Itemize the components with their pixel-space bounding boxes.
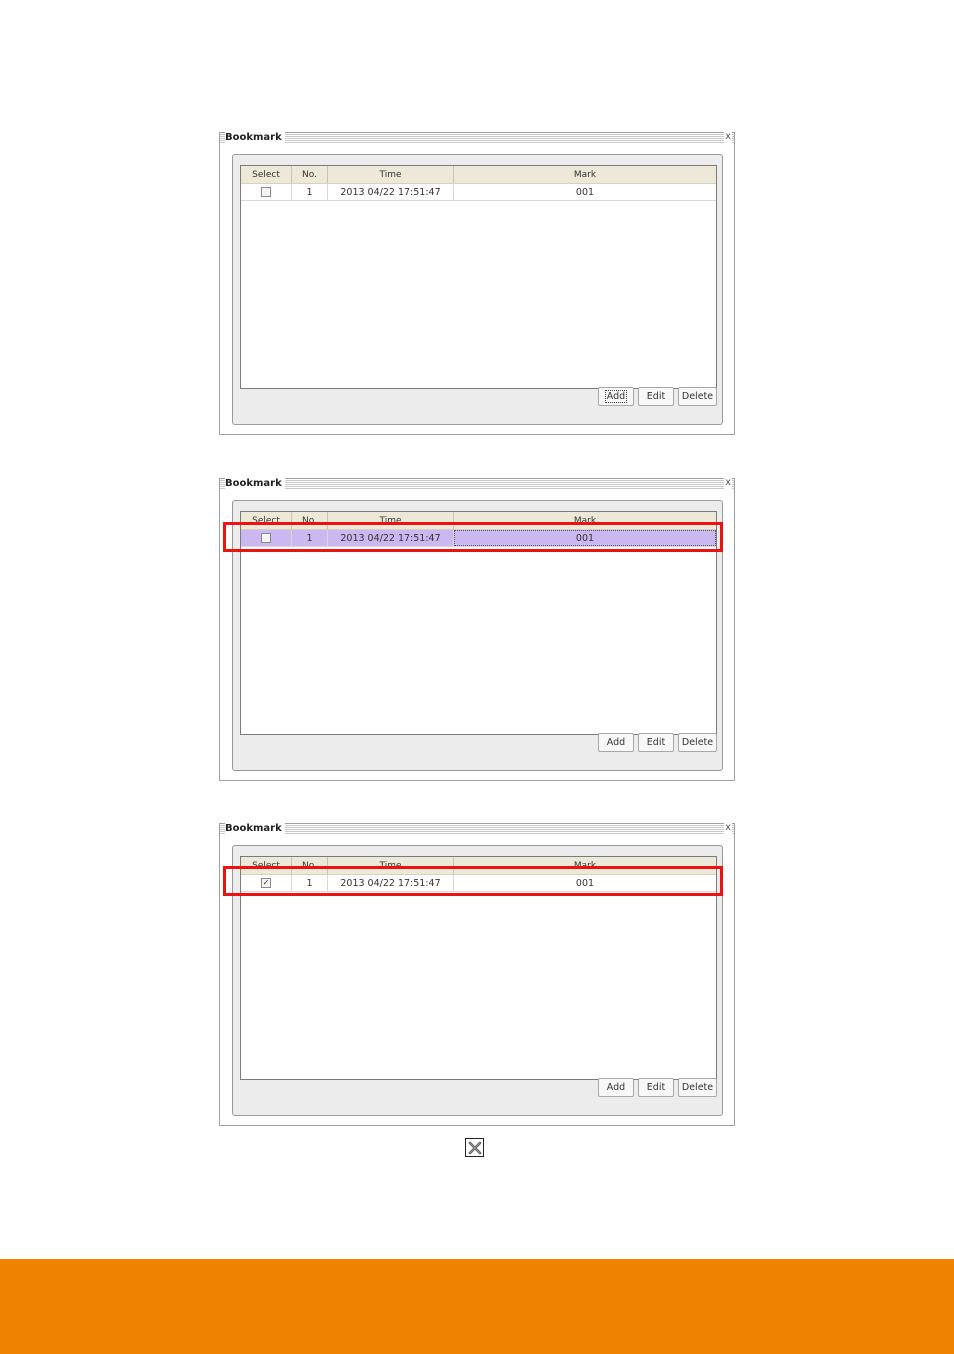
add-button[interactable]: Add [598,733,634,752]
bookmark-panel: Select No. Time Mark 1 2013 04/22 17:51:… [232,154,723,425]
close-icon[interactable]: x [724,131,732,143]
close-icon[interactable]: x [724,822,732,834]
title-bar [220,479,734,490]
edit-button[interactable]: Edit [638,733,674,752]
delete-button[interactable]: Delete [678,1078,717,1097]
select-cell [241,184,292,200]
delete-button[interactable]: Delete [678,387,717,406]
column-header-select[interactable]: Select [241,166,292,183]
column-header-no[interactable]: No. [292,166,328,183]
table-row[interactable]: 1 2013 04/22 17:51:47 001 [241,184,716,201]
bookmark-table: Select No. Time Mark 1 2013 04/22 17:51:… [240,165,717,389]
close-box-icon [465,1138,484,1157]
title-bar [220,824,734,835]
x-glyph-icon [468,1141,481,1154]
highlight-box-row-selected [223,522,723,552]
edit-button[interactable]: Edit [638,1078,674,1097]
column-header-time[interactable]: Time [328,166,454,183]
add-button-label: Add [604,390,628,403]
dialog-title: Bookmark [225,823,285,835]
dialog-title: Bookmark [225,478,285,490]
select-checkbox[interactable] [261,187,271,197]
delete-button[interactable]: Delete [678,733,717,752]
no-cell: 1 [292,184,328,200]
time-cell: 2013 04/22 17:51:47 [328,184,454,200]
mark-cell: 001 [575,186,595,198]
page-footer-band [0,1259,954,1354]
edit-button[interactable]: Edit [638,387,674,406]
highlight-box-row-checked [223,866,723,896]
add-button[interactable]: Add [598,387,634,406]
title-bar [220,133,734,144]
add-button[interactable]: Add [598,1078,634,1097]
bookmark-dialog-1: Bookmark x Select No. Time Mark 1 2013 0… [219,131,735,435]
dialog-title: Bookmark [225,132,285,144]
close-icon[interactable]: x [724,477,732,489]
table-header: Select No. Time Mark [241,166,716,184]
column-header-mark[interactable]: Mark [454,166,716,183]
